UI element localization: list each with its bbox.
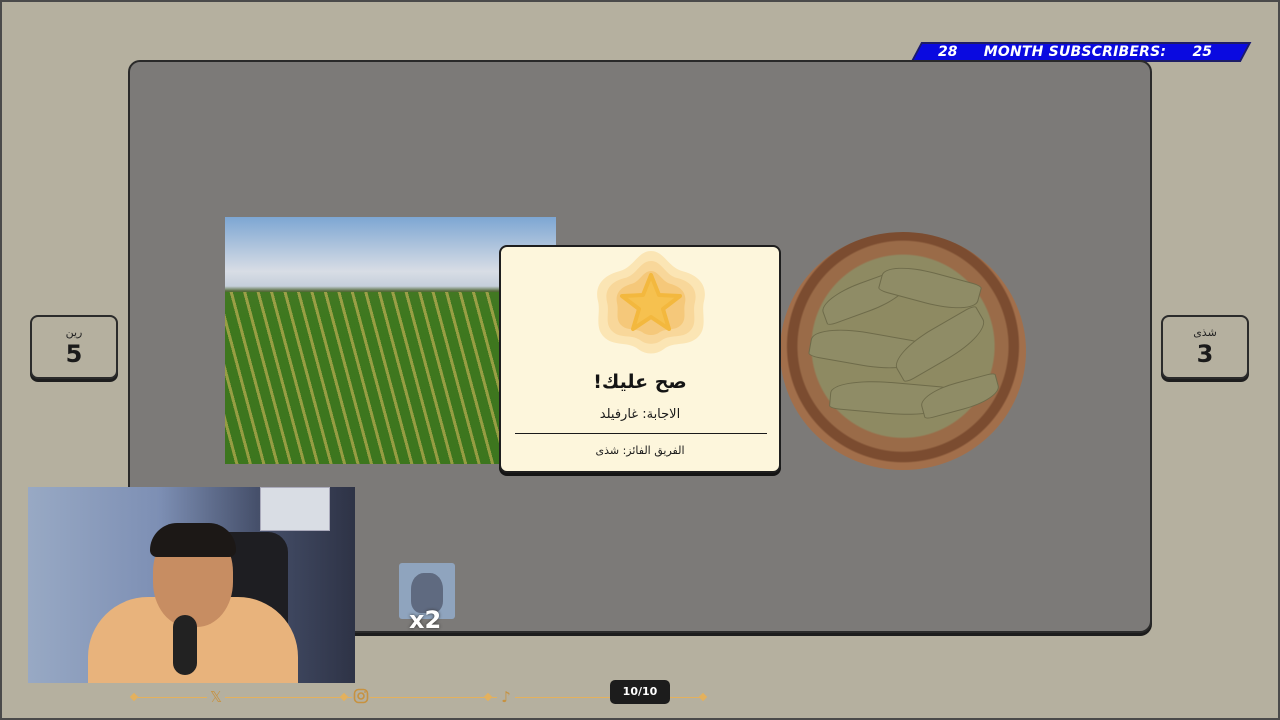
- team-name-left: رين: [65, 326, 83, 339]
- x-icon[interactable]: 𝕏: [207, 688, 225, 706]
- tiktok-icon[interactable]: ♪: [497, 688, 515, 706]
- clue-image-bay-leaves: [780, 232, 1026, 470]
- result-modal: صح عليك! الاجابة: غارفيلد الفريق الفائز:…: [499, 245, 781, 473]
- webcam-feed: [28, 487, 355, 683]
- result-divider: [515, 433, 767, 434]
- team-name-right: شذى: [1193, 326, 1217, 339]
- team-score-right: شذى 3: [1161, 315, 1249, 379]
- footer-dot: [339, 692, 349, 702]
- question-counter: 10/10: [610, 680, 670, 704]
- footer-dot-left: [129, 692, 139, 702]
- subscriber-count-right: 25: [1192, 44, 1212, 60]
- footer-dot-right: [698, 692, 708, 702]
- instagram-icon[interactable]: [352, 688, 370, 706]
- result-winner: الفريق الفائز: شذى: [595, 444, 685, 457]
- team-score-value-right: 3: [1196, 340, 1214, 368]
- team-score-value-left: 5: [65, 340, 83, 368]
- subscriber-count-left: 28: [938, 44, 958, 60]
- powerup-multiplier: x2: [409, 606, 442, 634]
- subscriber-banner: 28 MONTH SUBSCRIBERS: 25: [916, 42, 1246, 62]
- team-score-left: رين 5: [30, 315, 118, 379]
- result-answer: الاجابة: غارفيلد: [599, 407, 681, 422]
- star-icon: [597, 251, 705, 354]
- result-title: صح عليك!: [593, 371, 687, 393]
- subscriber-label: MONTH SUBSCRIBERS:: [983, 44, 1167, 60]
- footer-dot: [483, 692, 493, 702]
